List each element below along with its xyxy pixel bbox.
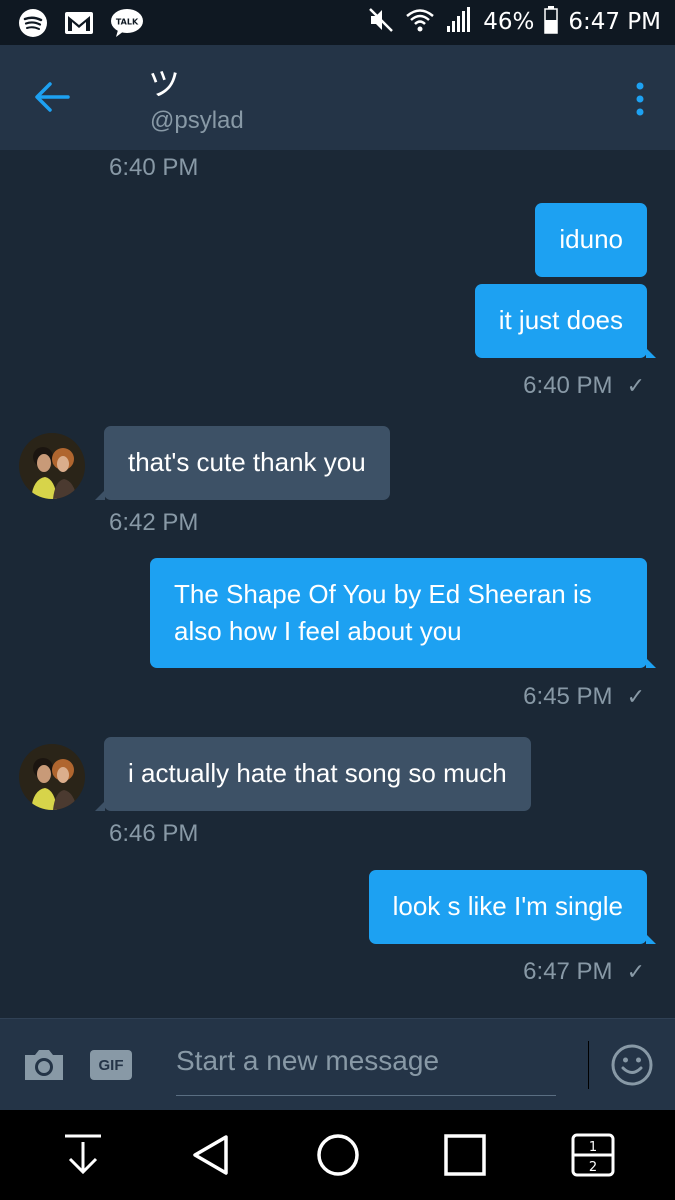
outgoing-message[interactable]: it just does xyxy=(474,284,657,358)
back-nav-icon[interactable] xyxy=(188,1132,234,1178)
outgoing-message[interactable]: look s like I'm single xyxy=(368,870,657,944)
wifi-icon xyxy=(405,7,435,38)
battery-percent: 46% xyxy=(483,9,535,35)
system-nav-bar: 12 xyxy=(0,1110,675,1200)
timestamp: 6:47 PM ✓ xyxy=(523,958,645,986)
camera-icon[interactable] xyxy=(22,1047,66,1083)
read-check-icon: ✓ xyxy=(626,684,645,709)
message-input[interactable]: Start a new message xyxy=(176,1041,556,1096)
contact-name[interactable]: ツ xyxy=(148,59,180,105)
conversation-header: ツ @psylad xyxy=(0,45,675,150)
notification-pulldown-icon[interactable] xyxy=(60,1132,106,1178)
timestamp-text: 6:45 PM xyxy=(523,683,613,710)
message-text: that's cute thank you xyxy=(128,447,366,477)
outgoing-message[interactable]: iduno xyxy=(535,203,647,277)
signal-icon xyxy=(445,6,473,39)
timestamp: 6:42 PM xyxy=(109,509,199,536)
recents-nav-icon[interactable] xyxy=(442,1132,488,1178)
timestamp: 6:46 PM xyxy=(109,820,199,847)
message-text: look s like I'm single xyxy=(392,891,623,921)
svg-text:2: 2 xyxy=(589,1160,597,1175)
svg-text:1: 1 xyxy=(589,1140,597,1155)
message-text: i actually hate that song so much xyxy=(128,758,507,788)
read-check-icon: ✓ xyxy=(626,959,645,984)
read-check-icon: ✓ xyxy=(626,373,645,398)
emoji-icon[interactable] xyxy=(610,1043,654,1087)
timestamp: 6:40 PM xyxy=(109,154,199,181)
clock: 6:47 PM xyxy=(568,9,661,35)
talk-label: TALK xyxy=(116,18,139,27)
message-list: 6:40 PM iduno it just does 6:40 PM ✓ that… xyxy=(0,150,675,1018)
contact-handle[interactable]: @psylad xyxy=(150,107,244,135)
gif-button[interactable]: GIF xyxy=(90,1050,132,1080)
more-options-icon[interactable] xyxy=(635,81,645,117)
talk-icon: TALK xyxy=(110,8,144,38)
battery-icon xyxy=(544,5,559,39)
incoming-message[interactable]: i actually hate that song so much xyxy=(95,737,531,811)
back-arrow-icon[interactable] xyxy=(30,77,74,117)
mute-icon xyxy=(367,6,395,39)
message-text: The Shape Of You by Ed Sheeran is also h… xyxy=(174,579,592,646)
timestamp: 6:45 PM ✓ xyxy=(523,683,645,711)
incoming-message[interactable]: that's cute thank you xyxy=(95,426,390,500)
avatar[interactable] xyxy=(19,433,85,499)
timestamp-text: 6:40 PM xyxy=(523,372,613,399)
composer-divider xyxy=(588,1041,589,1089)
message-text: iduno xyxy=(559,224,623,254)
message-text: it just does xyxy=(498,305,623,335)
message-composer: GIF Start a new message xyxy=(0,1018,675,1110)
home-nav-icon[interactable] xyxy=(315,1132,361,1178)
spotify-icon xyxy=(18,8,48,38)
gmail-icon xyxy=(64,8,94,38)
timestamp: 6:40 PM ✓ xyxy=(523,372,645,400)
status-bar: TALK 46% 6:47 PM xyxy=(0,0,675,45)
timestamp-text: 6:47 PM xyxy=(523,958,613,985)
avatar[interactable] xyxy=(19,744,85,810)
dual-window-icon[interactable]: 12 xyxy=(570,1132,616,1178)
outgoing-message[interactable]: The Shape Of You by Ed Sheeran is also h… xyxy=(150,558,656,668)
